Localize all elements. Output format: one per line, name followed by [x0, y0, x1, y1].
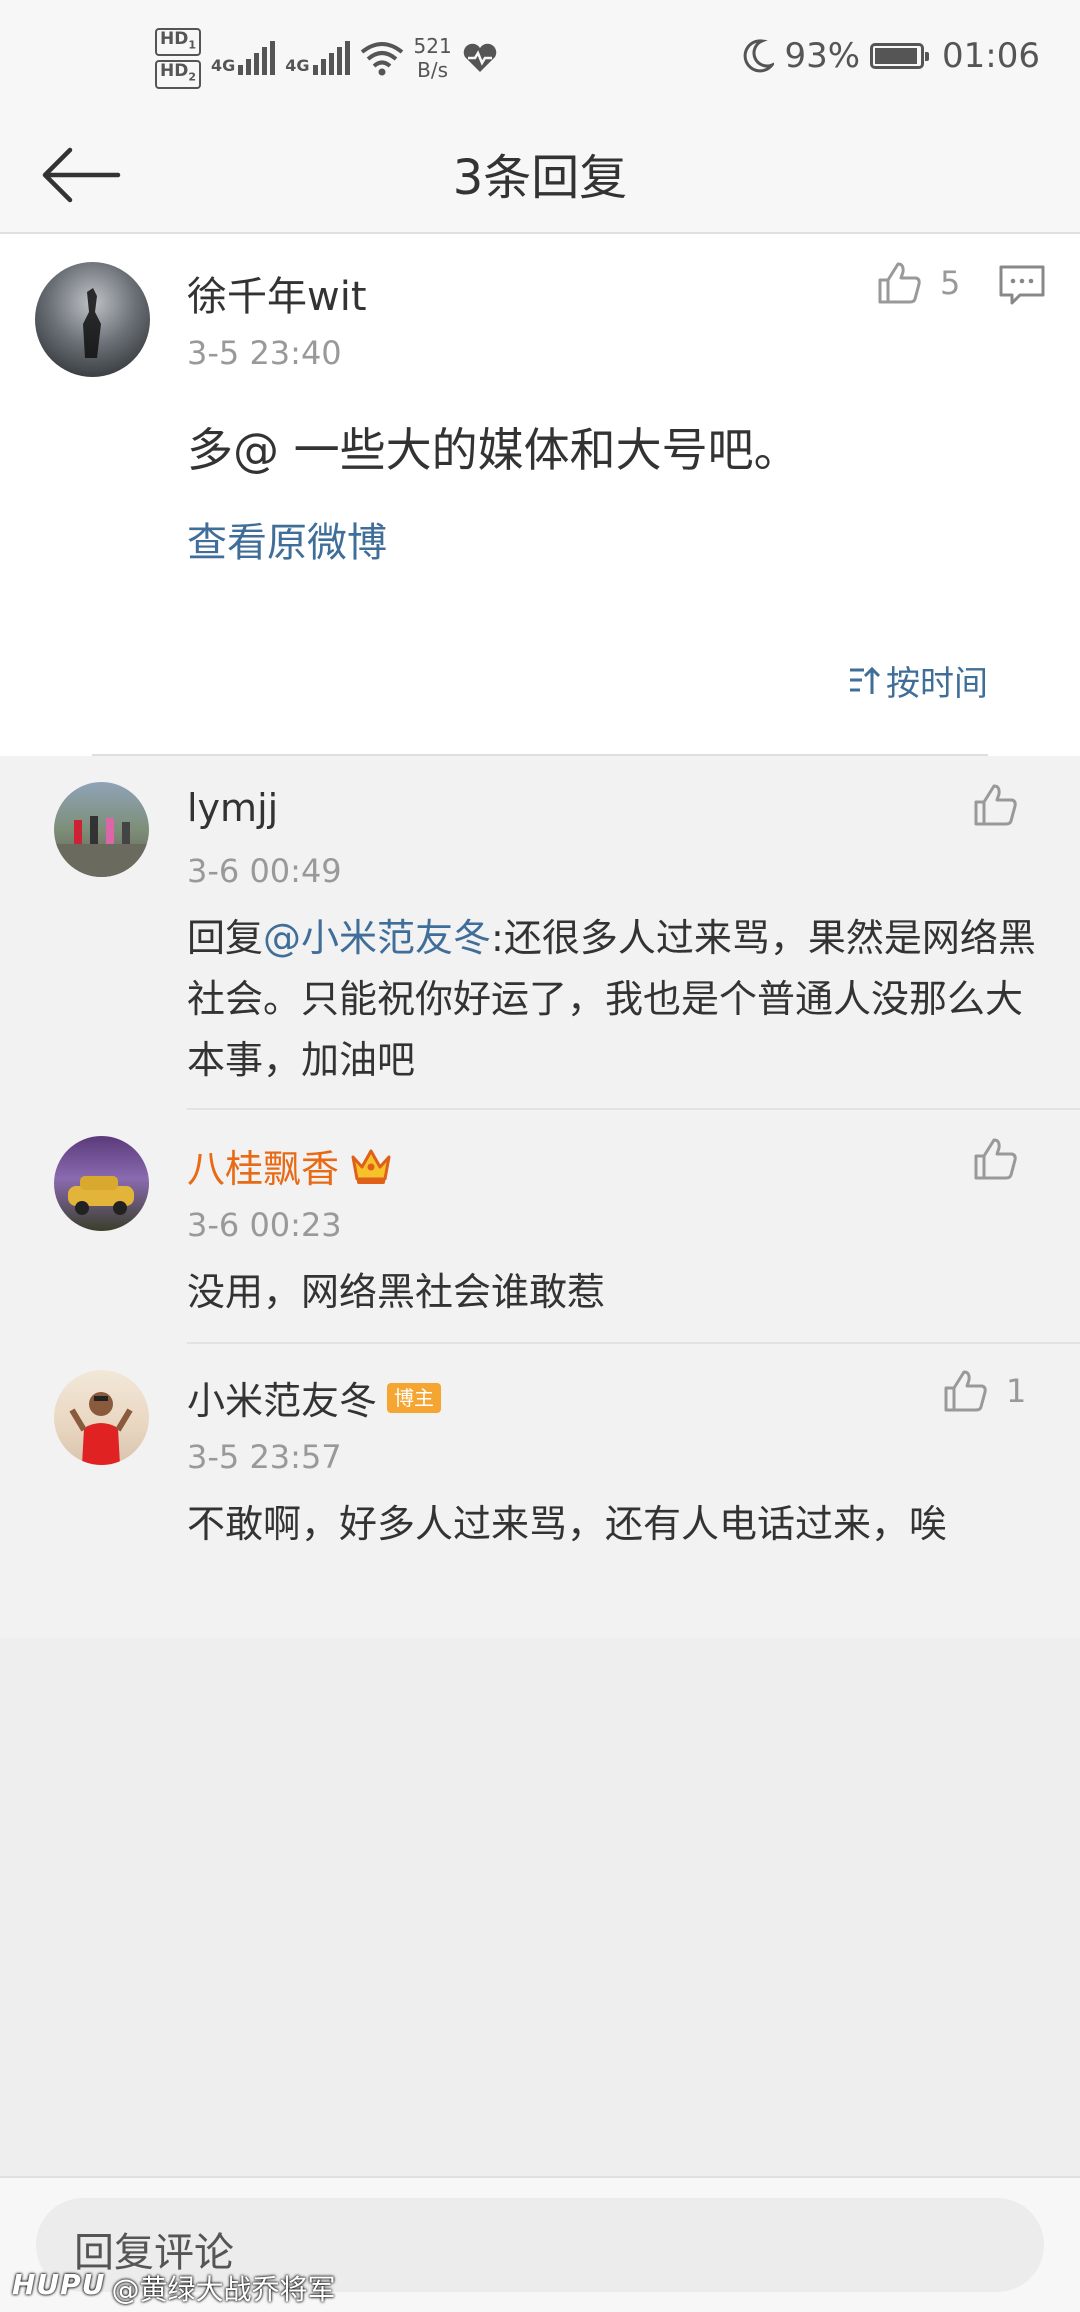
status-left: HD1 HD2 4G 4G 521 B/s [155, 28, 498, 89]
avatar[interactable] [54, 1370, 149, 1465]
hd2-icon: HD2 [155, 60, 201, 89]
thumbs-up-icon [974, 784, 1017, 826]
thumbs-up-icon [878, 262, 921, 304]
mention-link[interactable]: @小米范友冬 [263, 916, 491, 960]
comment-author[interactable]: 徐千年wit [187, 264, 367, 322]
wifi-icon [360, 42, 403, 76]
reply-author[interactable]: 小米范友冬 博主 [187, 1370, 442, 1425]
list-item: 八桂飘香 3-6 00:23 没用，网络黑社会谁敢惹 [0, 1110, 1080, 1344]
like-count: 1 [1006, 1372, 1027, 1410]
comment-icon[interactable] [998, 264, 1046, 306]
list-item: 小米范友冬 博主 3-5 23:57 1 不敢啊，好多人过来骂，还有人电话过来，… [0, 1344, 1080, 1604]
blogger-badge: 博主 [387, 1382, 442, 1413]
avatar[interactable] [35, 262, 150, 377]
reply-list: lymjj 3-6 00:49 回复@小米范友冬:还很多人过来骂，果然是网络黑社… [0, 756, 1080, 1638]
vip-crown-icon [351, 1149, 391, 1184]
reply-time: 3-6 00:23 [187, 1206, 342, 1244]
like-button[interactable]: 5 [876, 260, 960, 306]
sort-by-time-button[interactable]: 按时间 [848, 656, 988, 705]
hd1-icon: HD1 [155, 28, 201, 57]
heart-rate-icon [463, 44, 496, 73]
sort-icon [850, 666, 881, 694]
battery-icon [870, 43, 930, 69]
moon-icon [744, 39, 775, 73]
like-button[interactable] [972, 1136, 1018, 1182]
reply-time: 3-5 23:57 [187, 1438, 342, 1476]
reply-author[interactable]: lymjj [187, 786, 278, 830]
like-count: 5 [940, 264, 961, 302]
comment-time: 3-5 23:40 [187, 334, 342, 372]
avatar[interactable] [54, 1136, 149, 1231]
thumbs-up-icon [974, 1138, 1017, 1180]
nav-bar: 3条回复 [0, 120, 1080, 234]
network-speed: 521 B/s [413, 34, 452, 83]
reply-text: 没用，网络黑社会谁敢惹 [187, 1270, 606, 1314]
battery-percent: 93% [784, 36, 861, 76]
reply-author[interactable]: 八桂飘香 [187, 1138, 393, 1193]
watermark: HUPU @黄绿大战乔将军 [12, 2268, 336, 2306]
like-button[interactable]: 1 [942, 1368, 1026, 1414]
reply-time: 3-6 00:49 [187, 852, 342, 890]
comment-text: 多@ 一些大的媒体和大号吧。 [187, 423, 800, 477]
thumbs-up-icon [944, 1370, 987, 1412]
original-comment: 徐千年wit 3-5 23:40 5 多@ 一些大的媒体和大号吧。 查看原微博 … [0, 234, 1080, 756]
hd-indicator: HD1 HD2 [155, 28, 201, 89]
sort-label: 按时间 [886, 664, 988, 704]
view-original-link[interactable]: 查看原微博 [187, 510, 387, 568]
signal1-icon: 4G [211, 41, 276, 76]
clock: 01:06 [942, 36, 1040, 76]
status-bar: HD1 HD2 4G 4G 521 B/s 93% 01:06 [0, 0, 1080, 120]
page-title: 3条回复 [452, 150, 628, 206]
avatar[interactable] [54, 782, 149, 877]
reply-text: 回复@小米范友冬:还很多人过来骂，果然是网络黑社会。只能祝你好运了，我也是个普通… [187, 916, 1036, 1082]
reply-text: 不敢啊，好多人过来骂，还有人电话过来，唉 [187, 1502, 948, 1546]
status-right: 93% 01:06 [742, 36, 1040, 76]
like-button[interactable] [972, 782, 1018, 828]
list-item: lymjj 3-6 00:49 回复@小米范友冬:还很多人过来骂，果然是网络黑社… [0, 756, 1080, 1110]
signal2-icon: 4G [285, 41, 350, 76]
